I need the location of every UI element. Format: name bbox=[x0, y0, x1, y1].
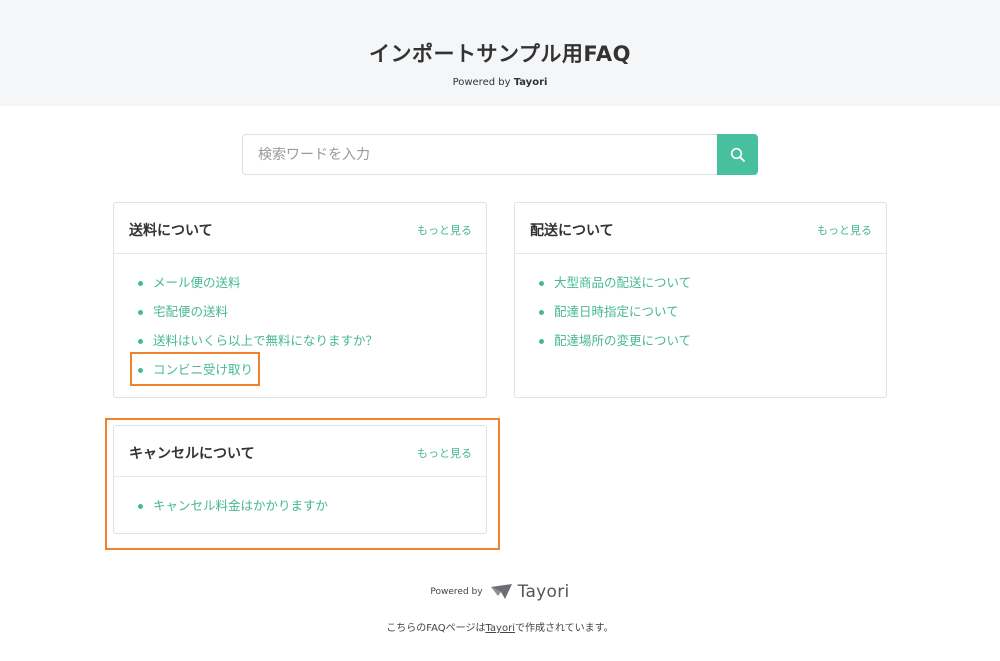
footer-powered-by: Powered by Tayori bbox=[0, 580, 1000, 604]
faq-link[interactable]: 宅配便の送料 bbox=[153, 304, 228, 319]
category-card-cancellation: キャンセルについて もっと見る キャンセル料金はかかりますか bbox=[113, 425, 487, 534]
faq-list: メール便の送料 宅配便の送料 送料はいくら以上で無料になりますか？ コンビニ受け… bbox=[114, 254, 486, 390]
footer-powered-text: Powered by bbox=[430, 587, 483, 597]
search-input[interactable] bbox=[242, 134, 718, 175]
faq-item: 送料はいくら以上で無料になりますか？ bbox=[138, 332, 486, 361]
faq-link[interactable]: キャンセル料金はかかりますか bbox=[153, 498, 328, 513]
header-powered-brand[interactable]: Tayori bbox=[514, 77, 548, 88]
see-more-link[interactable]: もっと見る bbox=[417, 222, 472, 238]
card-title: キャンセルについて bbox=[129, 446, 255, 462]
faq-link[interactable]: メール便の送料 bbox=[153, 275, 241, 290]
category-card-shipping-fee: 送料について もっと見る メール便の送料 宅配便の送料 送料はいくら以上で無料に… bbox=[113, 202, 487, 398]
card-header: 送料について もっと見る bbox=[114, 203, 486, 254]
faq-link[interactable]: 配達場所の変更について bbox=[554, 333, 691, 348]
see-more-link[interactable]: もっと見る bbox=[417, 445, 472, 461]
category-card-delivery: 配送について もっと見る 大型商品の配送について 配達日時指定について 配達場所… bbox=[514, 202, 887, 398]
card-title: 送料について bbox=[129, 223, 213, 239]
see-more-link[interactable]: もっと見る bbox=[817, 222, 872, 238]
faq-list: キャンセル料金はかかりますか bbox=[114, 477, 486, 526]
faq-item: 配達日時指定について bbox=[539, 303, 886, 332]
faq-list: 大型商品の配送について 配達日時指定について 配達場所の変更について bbox=[515, 254, 886, 361]
faq-item: 大型商品の配送について bbox=[539, 274, 886, 303]
search-bar bbox=[242, 134, 758, 175]
header-powered-prefix: Powered by bbox=[452, 77, 514, 88]
tayori-logo-icon bbox=[490, 584, 512, 599]
faq-item: 配達場所の変更について bbox=[539, 332, 886, 361]
tayori-logo[interactable]: Tayori bbox=[490, 582, 570, 602]
faq-item: キャンセル料金はかかりますか bbox=[138, 497, 486, 526]
faq-link[interactable]: 送料はいくら以上で無料になりますか？ bbox=[153, 333, 378, 348]
faq-link[interactable]: コンビニ受け取り bbox=[153, 362, 253, 377]
tayori-link[interactable]: Tayori bbox=[485, 623, 515, 634]
page-title: インポートサンプル用FAQ bbox=[369, 42, 631, 66]
faq-link[interactable]: 大型商品の配送について bbox=[554, 275, 691, 290]
card-title: 配送について bbox=[530, 223, 614, 239]
page-header: インポートサンプル用FAQ Powered by Tayori bbox=[0, 0, 1000, 106]
footer-note-prefix: こちらのFAQページは bbox=[386, 623, 486, 634]
faq-link[interactable]: 配達日時指定について bbox=[554, 304, 679, 319]
faq-item: メール便の送料 bbox=[138, 274, 486, 303]
faq-item: コンビニ受け取り bbox=[138, 361, 486, 390]
search-icon bbox=[730, 147, 745, 162]
footer-note: こちらのFAQページはTayoriで作成されています。 bbox=[0, 619, 1000, 634]
header-powered-by: Powered by Tayori bbox=[0, 77, 1000, 88]
tayori-logo-text: Tayori bbox=[517, 582, 570, 602]
faq-item: 宅配便の送料 bbox=[138, 303, 486, 332]
card-header: キャンセルについて もっと見る bbox=[114, 426, 486, 477]
card-header: 配送について もっと見る bbox=[515, 203, 886, 254]
search-button[interactable] bbox=[717, 134, 758, 175]
footer-note-suffix: で作成されています。 bbox=[514, 623, 614, 634]
